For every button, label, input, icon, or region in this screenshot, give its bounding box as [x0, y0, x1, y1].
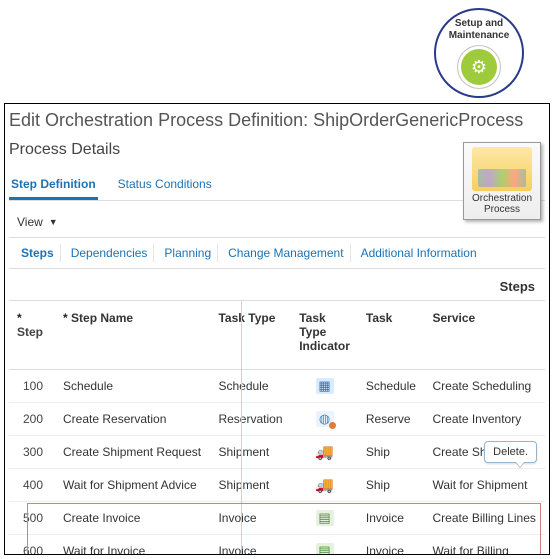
delete-callout: Delete. [484, 441, 537, 463]
cell-indicator: 🚚 [291, 469, 358, 502]
table-row[interactable]: 600Wait for InvoiceInvoice▤InvoiceWait f… [9, 535, 545, 556]
cell-step-name: Wait for Shipment Advice [55, 469, 210, 502]
orchestration-label: Orchestration Process [472, 193, 532, 215]
grid-subtitle: Steps [9, 269, 545, 300]
col-task-type-indicator[interactable]: Task Type Indicator [291, 301, 358, 370]
setup-badge-label: Setup and Maintenance [436, 18, 522, 42]
truck-icon: 🚚 [316, 477, 334, 493]
cell-service: Wait for Shipment [425, 469, 546, 502]
cell-task-type: Shipment [210, 469, 291, 502]
cell-task: Ship [358, 436, 425, 469]
cell-indicator: ◍ [291, 403, 358, 436]
cell-task-type: Invoice [210, 502, 291, 535]
view-label: View [17, 215, 43, 229]
cell-step-name: Schedule [55, 370, 210, 403]
col-service[interactable]: Service [425, 301, 546, 370]
cell-service: Create Inventory [425, 403, 546, 436]
cell-task: Invoice [358, 502, 425, 535]
cell-indicator: ▦ [291, 370, 358, 403]
cell-task-type: Schedule [210, 370, 291, 403]
col-task[interactable]: Task [358, 301, 425, 370]
tab-planning[interactable]: Planning [158, 244, 218, 262]
table-header-row: * Step * Step Name Task Type Task Type I… [9, 301, 545, 370]
table-row[interactable]: 400Wait for Shipment AdviceShipment 🚚 Ship… [9, 469, 545, 502]
tab-status-conditions[interactable]: Status Conditions [116, 171, 214, 200]
cell-step: 300 [9, 436, 55, 469]
cell-step-name: Create Reservation [55, 403, 210, 436]
orchestration-process-button[interactable]: Orchestration Process [463, 142, 541, 220]
cell-indicator: ▤ [291, 535, 358, 556]
cell-indicator: ▤ [291, 502, 358, 535]
content-frame: Edit Orchestration Process Definition: S… [4, 103, 550, 555]
secondary-tabs: Steps Dependencies Planning Change Manag… [9, 237, 545, 269]
cell-task-type: Shipment [210, 436, 291, 469]
cell-service: Wait for Billing [425, 535, 546, 556]
cell-task: Invoice [358, 535, 425, 556]
setup-badge-circle: ⚙ [458, 46, 500, 88]
invoice-icon: ▤ [316, 510, 334, 526]
cell-step: 400 [9, 469, 55, 502]
steps-table: * Step * Step Name Task Type Task Type I… [9, 301, 545, 555]
reserve-icon: ◍ [316, 411, 334, 427]
schedule-icon: ▦ [316, 378, 334, 394]
col-step-name[interactable]: * Step Name [55, 301, 210, 370]
cell-step-name: Create Shipment Request [55, 436, 210, 469]
table-row[interactable]: 200Create ReservationReservation ◍ Reserve… [9, 403, 545, 436]
cell-task: Schedule [358, 370, 425, 403]
gears-icon: ⚙ [471, 57, 487, 78]
table-row[interactable]: 300Create Shipment RequestShipment🚚ShipC… [9, 436, 545, 469]
orchestration-icon [472, 147, 532, 191]
delete-callout-label: Delete. [493, 446, 528, 458]
cell-step-name: Wait for Invoice [55, 535, 210, 556]
tab-steps[interactable]: Steps [15, 244, 61, 262]
cell-step: 600 [9, 535, 55, 556]
cell-service: Create Scheduling [425, 370, 546, 403]
cell-step: 500 [9, 502, 55, 535]
cell-step: 100 [9, 370, 55, 403]
tab-step-definition[interactable]: Step Definition [9, 171, 98, 200]
tab-additional-information[interactable]: Additional Information [355, 244, 483, 262]
column-divider [241, 301, 242, 555]
table-row[interactable]: 500Create InvoiceInvoice▤InvoiceCreate B… [9, 502, 545, 535]
col-task-type[interactable]: Task Type [210, 301, 291, 370]
tab-change-management[interactable]: Change Management [222, 244, 350, 262]
grid-wrap: * Step * Step Name Task Type Task Type I… [9, 300, 545, 555]
setup-maintenance-badge[interactable]: Setup and Maintenance ⚙ [434, 8, 524, 98]
cell-indicator: 🚚 [291, 436, 358, 469]
invoice-icon: ▤ [316, 543, 334, 555]
table-row[interactable]: 100ScheduleSchedule▦ScheduleCreate Sched… [9, 370, 545, 403]
chevron-down-icon: ▼ [49, 217, 58, 227]
cell-step: 200 [9, 403, 55, 436]
cell-task: Ship [358, 469, 425, 502]
col-step[interactable]: * Step [9, 301, 55, 370]
cell-task-type: Invoice [210, 535, 291, 556]
cell-task: Reserve [358, 403, 425, 436]
truck-icon: 🚚 [316, 444, 334, 460]
cell-step-name: Create Invoice [55, 502, 210, 535]
cell-task-type: Reservation [210, 403, 291, 436]
tab-dependencies[interactable]: Dependencies [65, 244, 155, 262]
cell-service: Create Billing Lines [425, 502, 546, 535]
page-title: Edit Orchestration Process Definition: S… [9, 110, 545, 131]
